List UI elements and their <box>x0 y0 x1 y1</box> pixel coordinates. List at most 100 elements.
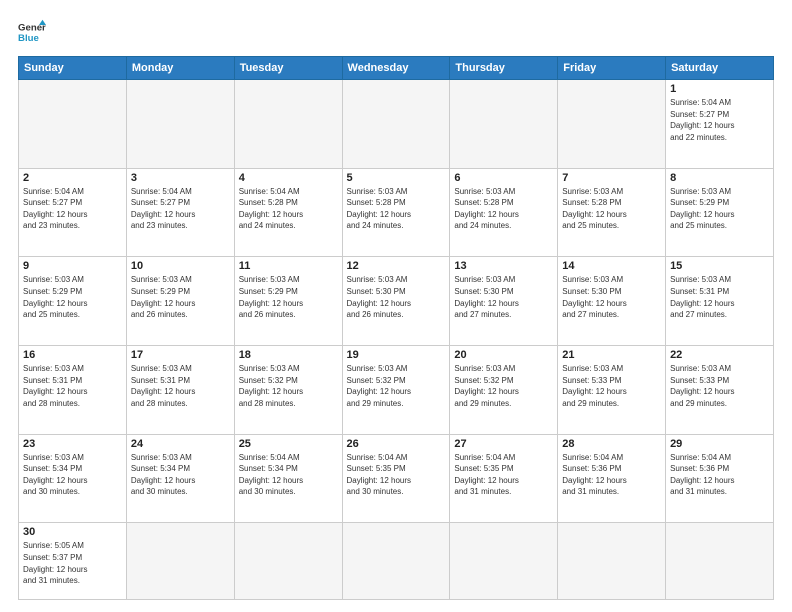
calendar-cell: 26 Sunrise: 5:04 AM Sunset: 5:35 PM Dayli… <box>342 434 450 523</box>
calendar-cell: 16 Sunrise: 5:03 AM Sunset: 5:31 PM Dayli… <box>19 346 127 435</box>
weekday-header-row: SundayMondayTuesdayWednesdayThursdayFrid… <box>19 57 774 80</box>
day-info: Sunrise: 5:04 AM Sunset: 5:27 PM Dayligh… <box>131 186 230 232</box>
day-info: Sunrise: 5:03 AM Sunset: 5:29 PM Dayligh… <box>670 186 769 232</box>
day-number: 21 <box>562 349 661 361</box>
calendar-cell: 20Sunrise: 5:03 AM Sunset: 5:32 PM Dayli… <box>450 346 558 435</box>
day-number: 9 <box>23 260 122 272</box>
day-info: Sunrise: 5:03 AM Sunset: 5:34 PM Dayligh… <box>131 452 230 498</box>
calendar-cell: 22 Sunrise: 5:03 AM Sunset: 5:33 PM Dayli… <box>666 346 774 435</box>
weekday-header-friday: Friday <box>558 57 666 80</box>
calendar-cell <box>234 80 342 169</box>
calendar-cell: 2Sunrise: 5:04 AM Sunset: 5:27 PM Daylig… <box>19 168 127 257</box>
day-info: Sunrise: 5:04 AM Sunset: 5:35 PM Dayligh… <box>454 452 553 498</box>
day-info: Sunrise: 5:03 AM Sunset: 5:34 PM Dayligh… <box>23 452 122 498</box>
day-number: 25 <box>239 438 338 450</box>
day-number: 19 <box>347 349 446 361</box>
day-number: 22 <box>670 349 769 361</box>
day-info: Sunrise: 5:03 AM Sunset: 5:30 PM Dayligh… <box>454 274 553 320</box>
calendar-cell: 28 Sunrise: 5:04 AM Sunset: 5:36 PM Dayli… <box>558 434 666 523</box>
calendar-cell: 23 Sunrise: 5:03 AM Sunset: 5:34 PM Dayli… <box>19 434 127 523</box>
day-number: 11 <box>239 260 338 272</box>
day-number: 27 <box>454 438 553 450</box>
calendar-cell <box>450 523 558 600</box>
logo-icon: General Blue <box>18 18 46 46</box>
day-number: 24 <box>131 438 230 450</box>
weekday-header-sunday: Sunday <box>19 57 127 80</box>
day-info: Sunrise: 5:03 AM Sunset: 5:28 PM Dayligh… <box>454 186 553 232</box>
day-number: 2 <box>23 172 122 184</box>
calendar-cell: 9Sunrise: 5:03 AM Sunset: 5:29 PM Daylig… <box>19 257 127 346</box>
day-number: 15 <box>670 260 769 272</box>
day-number: 13 <box>454 260 553 272</box>
day-number: 18 <box>239 349 338 361</box>
calendar-cell: 6 Sunrise: 5:03 AM Sunset: 5:28 PM Daylig… <box>450 168 558 257</box>
day-info: Sunrise: 5:04 AM Sunset: 5:35 PM Dayligh… <box>347 452 446 498</box>
calendar-cell: 18 Sunrise: 5:03 AM Sunset: 5:32 PM Dayli… <box>234 346 342 435</box>
day-number: 20 <box>454 349 553 361</box>
calendar-cell: 1Sunrise: 5:04 AM Sunset: 5:27 PM Daylig… <box>666 80 774 169</box>
day-number: 8 <box>670 172 769 184</box>
day-info: Sunrise: 5:03 AM Sunset: 5:28 PM Dayligh… <box>562 186 661 232</box>
day-number: 28 <box>562 438 661 450</box>
weekday-header-saturday: Saturday <box>666 57 774 80</box>
day-info: Sunrise: 5:03 AM Sunset: 5:30 PM Dayligh… <box>347 274 446 320</box>
day-info: Sunrise: 5:04 AM Sunset: 5:27 PM Dayligh… <box>670 97 769 143</box>
calendar-cell: 3 Sunrise: 5:04 AM Sunset: 5:27 PM Daylig… <box>126 168 234 257</box>
calendar-week-row: 30 Sunrise: 5:05 AM Sunset: 5:37 PM Dayli… <box>19 523 774 600</box>
day-info: Sunrise: 5:03 AM Sunset: 5:31 PM Dayligh… <box>131 363 230 409</box>
calendar-cell: 19Sunrise: 5:03 AM Sunset: 5:32 PM Dayli… <box>342 346 450 435</box>
day-info: Sunrise: 5:03 AM Sunset: 5:28 PM Dayligh… <box>347 186 446 232</box>
weekday-header-thursday: Thursday <box>450 57 558 80</box>
day-info: Sunrise: 5:04 AM Sunset: 5:36 PM Dayligh… <box>562 452 661 498</box>
calendar-cell: 10 Sunrise: 5:03 AM Sunset: 5:29 PM Dayli… <box>126 257 234 346</box>
day-info: Sunrise: 5:03 AM Sunset: 5:29 PM Dayligh… <box>239 274 338 320</box>
day-info: Sunrise: 5:03 AM Sunset: 5:33 PM Dayligh… <box>562 363 661 409</box>
calendar-week-row: 2 Sunrise: 5:04 AM Sunset: 5:27 PM Daylig… <box>19 168 774 257</box>
day-info: Sunrise: 5:03 AM Sunset: 5:29 PM Dayligh… <box>131 274 230 320</box>
day-info: Sunrise: 5:05 AM Sunset: 5:37 PM Dayligh… <box>23 540 122 586</box>
day-number: 3 <box>131 172 230 184</box>
day-info: Sunrise: 5:04 AM Sunset: 5:36 PM Dayligh… <box>670 452 769 498</box>
day-info: Sunrise: 5:03 AM Sunset: 5:32 PM Dayligh… <box>239 363 338 409</box>
calendar-week-row: 23 Sunrise: 5:03 AM Sunset: 5:34 PM Dayli… <box>19 434 774 523</box>
calendar-cell <box>342 80 450 169</box>
calendar-cell: 25Sunrise: 5:04 AM Sunset: 5:34 PM Dayli… <box>234 434 342 523</box>
calendar-cell <box>450 80 558 169</box>
calendar-cell: 17 Sunrise: 5:03 AM Sunset: 5:31 PM Dayli… <box>126 346 234 435</box>
day-info: Sunrise: 5:03 AM Sunset: 5:31 PM Dayligh… <box>23 363 122 409</box>
day-number: 5 <box>347 172 446 184</box>
calendar-cell: 13 Sunrise: 5:03 AM Sunset: 5:30 PM Dayli… <box>450 257 558 346</box>
day-number: 26 <box>347 438 446 450</box>
day-number: 30 <box>23 526 122 538</box>
calendar-cell <box>234 523 342 600</box>
day-number: 7 <box>562 172 661 184</box>
day-number: 12 <box>347 260 446 272</box>
day-info: Sunrise: 5:03 AM Sunset: 5:33 PM Dayligh… <box>670 363 769 409</box>
page: General Blue SundayMondayTuesdayWednesda… <box>0 0 792 612</box>
day-number: 29 <box>670 438 769 450</box>
day-number: 17 <box>131 349 230 361</box>
calendar-cell <box>126 523 234 600</box>
day-info: Sunrise: 5:03 AM Sunset: 5:30 PM Dayligh… <box>562 274 661 320</box>
svg-text:Blue: Blue <box>18 33 39 44</box>
calendar-cell <box>558 523 666 600</box>
calendar-cell: 14Sunrise: 5:03 AM Sunset: 5:30 PM Dayli… <box>558 257 666 346</box>
weekday-header-wednesday: Wednesday <box>342 57 450 80</box>
day-number: 4 <box>239 172 338 184</box>
calendar-cell: 27 Sunrise: 5:04 AM Sunset: 5:35 PM Dayli… <box>450 434 558 523</box>
day-number: 16 <box>23 349 122 361</box>
day-number: 23 <box>23 438 122 450</box>
weekday-header-tuesday: Tuesday <box>234 57 342 80</box>
calendar-cell: 29 Sunrise: 5:04 AM Sunset: 5:36 PM Dayli… <box>666 434 774 523</box>
calendar-cell <box>342 523 450 600</box>
calendar-cell: 11 Sunrise: 5:03 AM Sunset: 5:29 PM Dayli… <box>234 257 342 346</box>
calendar-cell: 5 Sunrise: 5:03 AM Sunset: 5:28 PM Daylig… <box>342 168 450 257</box>
day-info: Sunrise: 5:03 AM Sunset: 5:31 PM Dayligh… <box>670 274 769 320</box>
calendar-cell: 24 Sunrise: 5:03 AM Sunset: 5:34 PM Dayli… <box>126 434 234 523</box>
calendar-cell: 30 Sunrise: 5:05 AM Sunset: 5:37 PM Dayli… <box>19 523 127 600</box>
day-number: 6 <box>454 172 553 184</box>
calendar-cell: 8 Sunrise: 5:03 AM Sunset: 5:29 PM Daylig… <box>666 168 774 257</box>
calendar-cell: 4Sunrise: 5:04 AM Sunset: 5:28 PM Daylig… <box>234 168 342 257</box>
calendar-table: SundayMondayTuesdayWednesdayThursdayFrid… <box>18 56 774 600</box>
day-number: 10 <box>131 260 230 272</box>
